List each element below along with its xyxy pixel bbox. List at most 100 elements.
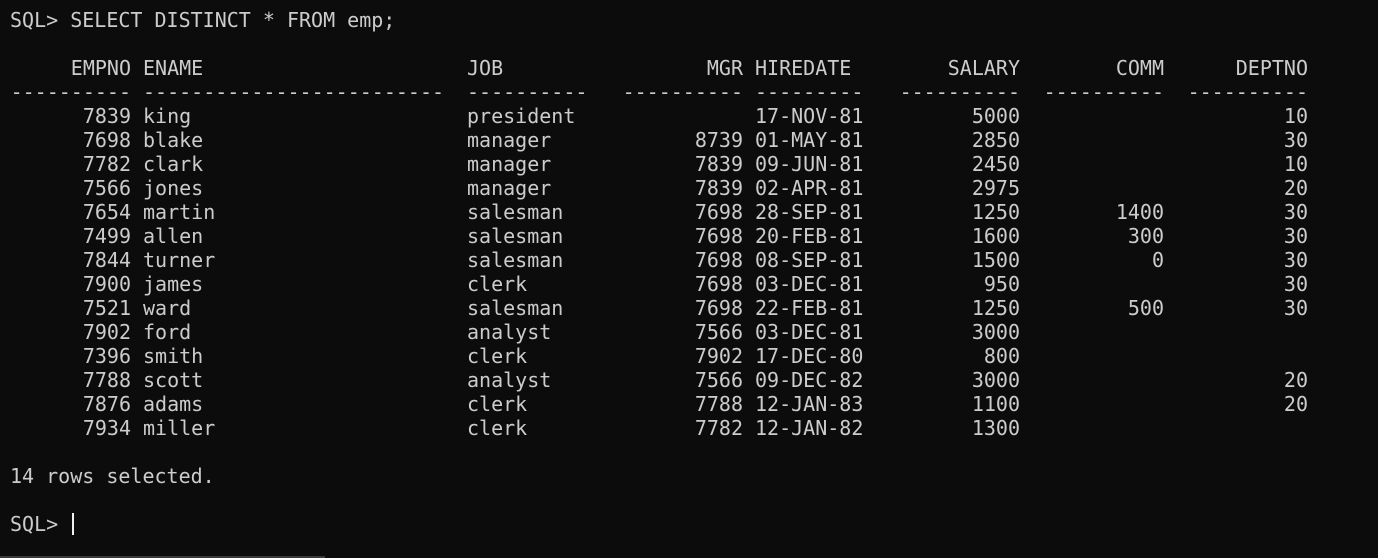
- cell-mgr: 7698: [694, 200, 743, 224]
- cell-deptno: 20: [1283, 176, 1308, 200]
- cell-mgr: 7782: [694, 416, 743, 440]
- table-row: 7782 clark manager 7839 09-JUN-81 2450 1…: [10, 152, 1378, 176]
- header-job: JOB: [467, 56, 504, 80]
- cell-empno: 7788: [82, 368, 131, 392]
- cell-hiredate: 01-MAY-81: [755, 128, 864, 152]
- cell-job: manager: [467, 176, 552, 200]
- cell-salary: 3000: [971, 320, 1020, 344]
- cell-empno: 7521: [82, 296, 131, 320]
- sql-prompt: SQL>: [10, 512, 59, 536]
- dash-empno: ----------: [10, 80, 131, 104]
- cell-deptno: 20: [1283, 368, 1308, 392]
- header-deptno: DEPTNO: [1235, 56, 1308, 80]
- cell-ename: smith: [143, 344, 204, 368]
- dash-deptno: ----------: [1187, 80, 1308, 104]
- dash-hiredate: ---------: [755, 80, 864, 104]
- cell-ename: ward: [143, 296, 192, 320]
- dash-comm: ----------: [1043, 80, 1164, 104]
- cell-ename: turner: [143, 248, 216, 272]
- cell-ename: jones: [143, 176, 204, 200]
- cell-ename: miller: [143, 416, 216, 440]
- cell-comm: 500: [1127, 296, 1164, 320]
- sql-prompt: SQL>: [10, 8, 59, 32]
- table-row: 7902 ford analyst 7566 03-DEC-81 3000: [10, 320, 1378, 344]
- cell-salary: 1250: [971, 296, 1020, 320]
- cell-mgr: 8739: [694, 128, 743, 152]
- cell-hiredate: 08-SEP-81: [755, 248, 864, 272]
- cell-job: clerk: [467, 344, 528, 368]
- dash-job: ----------: [467, 80, 588, 104]
- cell-ename: adams: [143, 392, 204, 416]
- cell-empno: 7698: [82, 128, 131, 152]
- result-rows: 7839 king president 17-NOV-81 5000 10 769…: [10, 104, 1378, 440]
- cell-job: salesman: [467, 200, 564, 224]
- cell-salary: 2450: [971, 152, 1020, 176]
- cell-empno: 7396: [82, 344, 131, 368]
- cell-hiredate: 02-APR-81: [755, 176, 864, 200]
- cell-job: clerk: [467, 392, 528, 416]
- cell-hiredate: 12-JAN-82: [755, 416, 864, 440]
- cell-empno: 7566: [82, 176, 131, 200]
- dash-salary: ----------: [899, 80, 1020, 104]
- cell-deptno: 20: [1283, 392, 1308, 416]
- cell-job: clerk: [467, 416, 528, 440]
- cell-hiredate: 20-FEB-81: [755, 224, 864, 248]
- separator-row: ---------- ------------------------- ---…: [10, 80, 1378, 104]
- cell-empno: 7654: [82, 200, 131, 224]
- cell-salary: 950: [983, 272, 1020, 296]
- cell-job: salesman: [467, 248, 564, 272]
- table-row: 7566 jones manager 7839 02-APR-81 2975 2…: [10, 176, 1378, 200]
- sql-command: SELECT DISTINCT * FROM emp;: [70, 8, 396, 32]
- cell-comm: 1400: [1115, 200, 1164, 224]
- cell-empno: 7782: [82, 152, 131, 176]
- terminal-window[interactable]: SQL> SELECT DISTINCT * FROM emp; EMPNO E…: [0, 0, 1378, 558]
- cell-mgr: 7839: [694, 152, 743, 176]
- cell-hiredate: 17-DEC-80: [755, 344, 864, 368]
- cell-deptno: 30: [1283, 272, 1308, 296]
- cell-mgr: 7788: [694, 392, 743, 416]
- dash-ename: -------------------------: [143, 80, 445, 104]
- cell-mgr: 7566: [694, 368, 743, 392]
- cell-job: salesman: [467, 224, 564, 248]
- cell-empno: 7934: [82, 416, 131, 440]
- cell-mgr: 7566: [694, 320, 743, 344]
- cell-hiredate: 03-DEC-81: [755, 320, 864, 344]
- header-salary: SALARY: [947, 56, 1020, 80]
- cell-hiredate: 28-SEP-81: [755, 200, 864, 224]
- cell-empno: 7900: [82, 272, 131, 296]
- cell-mgr: 7698: [694, 224, 743, 248]
- cell-deptno: 30: [1283, 128, 1308, 152]
- cell-deptno: 30: [1283, 296, 1308, 320]
- table-row: 7788 scott analyst 7566 09-DEC-82 3000 2…: [10, 368, 1378, 392]
- cell-comm: 0: [1151, 248, 1164, 272]
- cell-deptno: 10: [1283, 152, 1308, 176]
- cell-ename: blake: [143, 128, 204, 152]
- cell-salary: 1300: [971, 416, 1020, 440]
- cell-empno: 7902: [82, 320, 131, 344]
- cell-mgr: 7839: [694, 176, 743, 200]
- cell-hiredate: 03-DEC-81: [755, 272, 864, 296]
- cell-salary: 3000: [971, 368, 1020, 392]
- cell-empno: 7839: [82, 104, 131, 128]
- cell-deptno: 30: [1283, 248, 1308, 272]
- cell-salary: 5000: [971, 104, 1020, 128]
- column-header-row: EMPNO ENAME JOB MGR HIREDATE SALARY COMM…: [10, 56, 1378, 80]
- input-line[interactable]: SQL>: [10, 512, 1378, 536]
- cell-job: analyst: [467, 368, 552, 392]
- table-row: 7396 smith clerk 7902 17-DEC-80 800: [10, 344, 1378, 368]
- header-ename: ENAME: [143, 56, 204, 80]
- cell-empno: 7499: [82, 224, 131, 248]
- cell-salary: 1600: [971, 224, 1020, 248]
- cell-mgr: 7698: [694, 272, 743, 296]
- cell-salary: 1500: [971, 248, 1020, 272]
- header-hiredate: HIREDATE: [755, 56, 852, 80]
- cell-empno: 7844: [82, 248, 131, 272]
- dash-mgr: ----------: [622, 80, 743, 104]
- cell-salary: 1250: [971, 200, 1020, 224]
- table-row: 7698 blake manager 8739 01-MAY-81 2850 3…: [10, 128, 1378, 152]
- cell-hiredate: 09-DEC-82: [755, 368, 864, 392]
- header-mgr: MGR: [706, 56, 743, 80]
- cell-job: analyst: [467, 320, 552, 344]
